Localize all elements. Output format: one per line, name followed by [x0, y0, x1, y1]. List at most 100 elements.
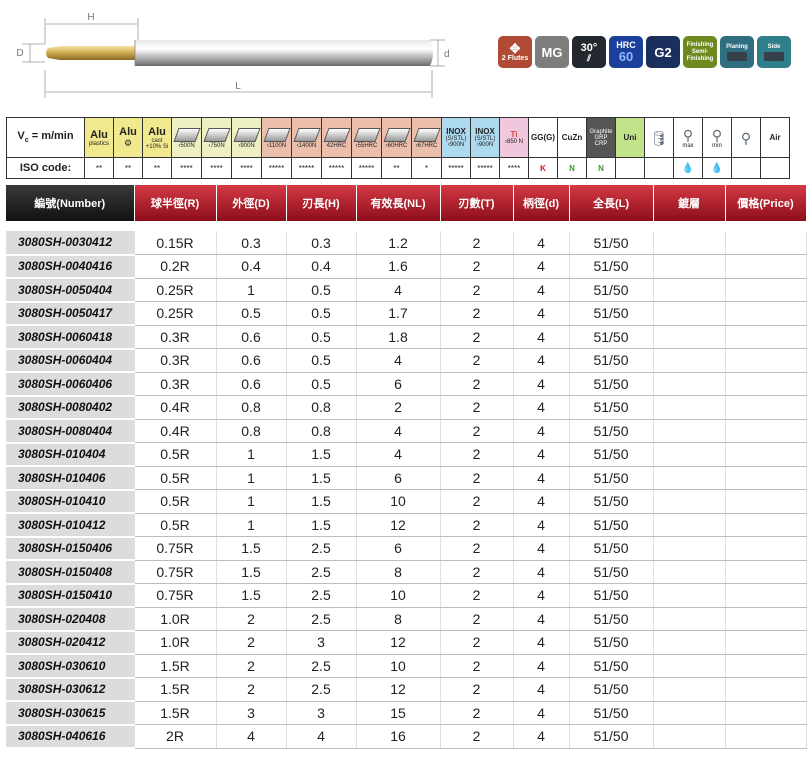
col-effective-length-cell: 6 [356, 372, 441, 396]
material-steel-750: ‹750N [201, 117, 232, 158]
col-ball-radius-cell: 0.5R [134, 489, 217, 514]
alu-part-icon: ⚙ [123, 138, 133, 148]
flute-icon: ✥ [509, 41, 521, 56]
col-effective-length-cell: 1.6 [356, 254, 441, 279]
col-ball-radius-cell: 1.5R [134, 701, 217, 725]
col-coating-cell [653, 419, 726, 443]
col-outer-diameter-cell: 2 [216, 654, 287, 678]
col-flute-length-cell: 0.8 [286, 419, 357, 443]
col-coating-cell [653, 278, 726, 302]
col-overall-length-header: 全長(L) [569, 185, 654, 221]
material-alu: Alu ⚙ [113, 117, 143, 158]
col-ball-radius-cell: 1.0R [134, 607, 217, 631]
table-row: 3080SH-030612 1.5R 2 2.5 12 2 4 51/50 [6, 677, 807, 702]
col-number-cell: 3080SH-030615 [6, 701, 135, 726]
iso-rating: * [411, 157, 442, 179]
material-hrc-55: ‹55HRC [351, 117, 382, 158]
col-outer-diameter-cell: 0.8 [216, 419, 287, 443]
col-overall-length-cell: 51/50 [569, 348, 654, 373]
col-overall-length-cell: 51/50 [569, 654, 654, 678]
material-table: Vc = m/min Alu plastics Alu ⚙ Alu cast +10% … [6, 117, 810, 179]
col-effective-length-cell: 4 [356, 442, 441, 467]
col-ball-radius-cell: 0.75R [134, 583, 217, 608]
col-shank-diameter-cell: 4 [513, 419, 570, 443]
col-ball-radius-cell: 0.3R [134, 372, 217, 396]
col-overall-length-cell: 51/50 [569, 442, 654, 467]
col-number-cell: 3080SH-0150410 [6, 583, 135, 608]
table-header: 編號(Number) 球半徑(R) 外徑(D) 刃長(H) 有效長(NL) 刃數(T) 柄徑… [6, 185, 807, 221]
table-row: 3080SH-0150406 0.75R 1.5 2.5 6 2 4 51/50 [6, 536, 807, 561]
material-hrc-60: ‹60HRC [381, 117, 412, 158]
col-flute-length-cell: 0.5 [286, 372, 357, 396]
col-coating-cell [653, 301, 726, 326]
col-outer-diameter-cell: 0.6 [216, 372, 287, 396]
col-price-cell [725, 419, 807, 443]
coolant-air: Air [760, 117, 790, 158]
col-ball-radius-cell: 0.15R [134, 231, 217, 255]
iso-rating: **** [231, 157, 262, 179]
col-price-cell [725, 301, 807, 326]
steel-beam-icon [202, 128, 231, 142]
col-flute-length-cell: 3 [286, 701, 357, 725]
iso-rating: ***** [351, 157, 382, 179]
col-overall-length-cell: 51/50 [569, 419, 654, 443]
table-row: 3080SH-0060404 0.3R 0.6 0.5 4 2 4 51/50 [6, 348, 807, 373]
side-badge: Side [757, 36, 791, 68]
col-ball-radius-cell: 0.25R [134, 278, 217, 302]
col-overall-length-cell: 51/50 [569, 301, 654, 326]
table-row: 3080SH-0050404 0.25R 1 0.5 4 2 4 51/50 [6, 278, 807, 303]
col-price-cell [725, 348, 807, 373]
col-price-cell [725, 536, 807, 561]
col-flute-length-header: 刃長(H) [286, 185, 357, 221]
iso-code-n: N [557, 157, 587, 179]
col-shank-diameter-cell: 4 [513, 489, 570, 514]
steel-beam-icon [412, 128, 441, 142]
iso-rating: ** [142, 157, 172, 179]
col-ball-radius-cell: 0.5R [134, 442, 217, 467]
col-flutes-cell: 2 [440, 395, 514, 420]
coolant-min: ⚲ min [702, 117, 732, 158]
col-effective-length-cell: 12 [356, 630, 441, 655]
iso-rating: ** [84, 157, 114, 179]
coolant-drop: 💧 [702, 157, 732, 179]
col-flutes-cell: 2 [440, 419, 514, 443]
col-flute-length-cell: 2.5 [286, 583, 357, 608]
material-inox-lt900: INOX (S/STL) ‹900N [441, 117, 471, 158]
col-flutes-cell: 2 [440, 278, 514, 302]
col-number-cell: 3080SH-030610 [6, 654, 135, 679]
helix-30-badge: 30° ⫽ [572, 36, 606, 68]
col-shank-diameter-cell: 4 [513, 536, 570, 561]
col-price-cell [725, 325, 807, 349]
material-hrc-42: 42HRC [321, 117, 352, 158]
vc-label: Vc = m/min [6, 117, 85, 158]
col-price-cell [725, 560, 807, 584]
col-price-cell [725, 395, 807, 420]
mg-badge: MG [535, 36, 569, 68]
steel-beam-icon [322, 128, 351, 142]
dim-d-label: d [444, 49, 450, 60]
table-row: 3080SH-0030412 0.15R 0.3 0.3 1.2 2 4 51/50 [6, 231, 807, 256]
dim-l-label: L [235, 81, 241, 92]
coolant-max: ⚲ max [673, 117, 703, 158]
table-row: 3080SH-020412 1.0R 2 3 12 2 4 51/50 [6, 630, 807, 655]
col-ball-radius-cell: 0.2R [134, 254, 217, 279]
col-ball-radius-cell: 0.4R [134, 419, 217, 443]
block-icon [764, 51, 784, 61]
col-coating-cell [653, 254, 726, 279]
col-flute-length-cell: 0.4 [286, 254, 357, 279]
table-row: 3080SH-0050417 0.25R 0.5 0.5 1.7 2 4 51/50 [6, 301, 807, 326]
col-effective-length-cell: 1.8 [356, 325, 441, 349]
material-steel-1100: ‹1100N [261, 117, 292, 158]
col-number-cell: 3080SH-010406 [6, 466, 135, 491]
col-coating-header: 鍍層 [653, 185, 726, 221]
col-coating-cell [653, 442, 726, 467]
col-number-cell: 3080SH-040616 [6, 724, 135, 749]
col-ball-radius-cell: 0.4R [134, 395, 217, 420]
col-outer-diameter-cell: 1.5 [216, 560, 287, 584]
faucet-icon: ⚲ [682, 126, 694, 143]
col-flute-length-cell: 0.3 [286, 231, 357, 255]
col-effective-length-cell: 10 [356, 654, 441, 678]
material-alu-plastics: Alu plastics [84, 117, 114, 158]
col-outer-diameter-cell: 1 [216, 442, 287, 467]
col-flutes-cell: 2 [440, 442, 514, 467]
